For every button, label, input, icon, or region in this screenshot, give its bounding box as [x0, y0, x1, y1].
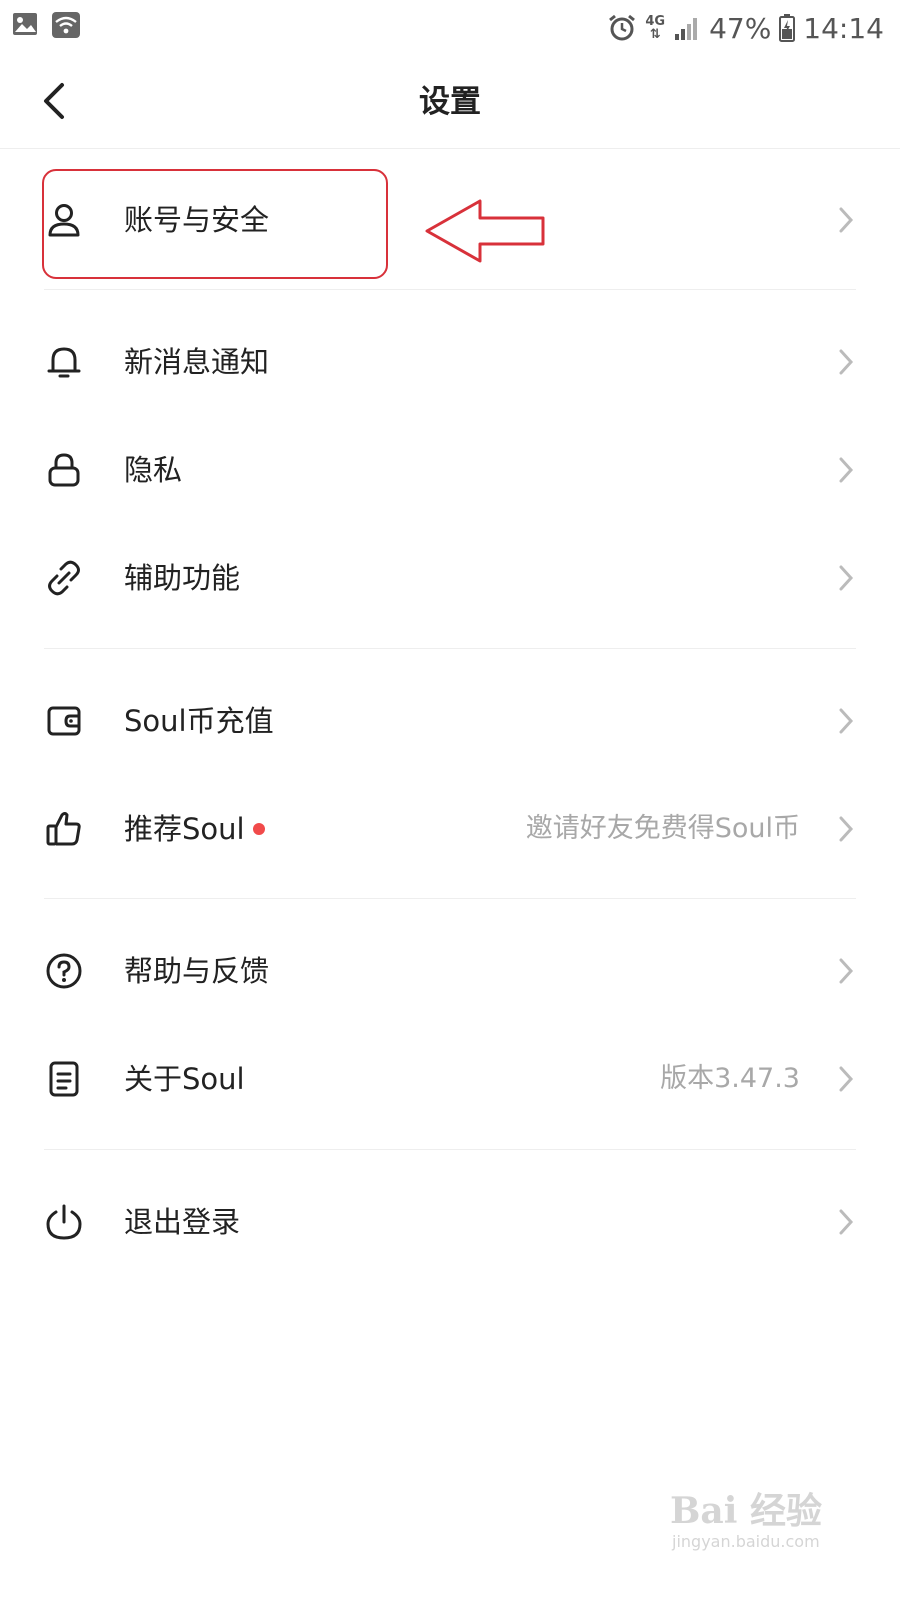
chevron-right-icon	[839, 816, 854, 842]
chevron-right-icon	[839, 457, 854, 483]
settings-item-help[interactable]: 帮助与反馈	[0, 917, 900, 1025]
chevron-right-icon	[839, 958, 854, 984]
settings-item-label: 帮助与反馈	[124, 954, 270, 988]
section-divider	[44, 898, 856, 899]
link-icon	[48, 560, 80, 596]
watermark-brand: Bai 经验	[670, 1490, 822, 1532]
settings-item-accessibility[interactable]: 辅助功能	[0, 524, 900, 632]
notification-dot	[252, 823, 265, 835]
wifi-icon	[52, 12, 80, 38]
annotation-arrow-icon	[425, 199, 545, 263]
settings-item-label: Soul币充值	[124, 704, 274, 738]
bell-icon	[47, 347, 81, 378]
settings-item-label-wrap: 推荐Soul	[124, 775, 265, 883]
settings-item-label: 新消息通知	[124, 345, 270, 379]
annotation-highlight-box	[42, 169, 388, 279]
settings-item-privacy[interactable]: 隐私	[0, 416, 900, 524]
settings-item-value: 版本3.47.3	[660, 1063, 800, 1094]
chevron-right-icon	[839, 708, 854, 734]
thumbs-up-icon	[46, 812, 81, 846]
settings-item-logout[interactable]: 退出登录	[0, 1168, 900, 1276]
alarm-icon	[609, 14, 636, 41]
clock: 14:14	[803, 11, 884, 45]
nav-bar: 设置	[0, 56, 900, 149]
status-bar: 4G ⇅ 47% 14:14	[0, 0, 900, 56]
power-icon	[46, 1204, 82, 1240]
status-left	[12, 12, 80, 38]
settings-item-value: 邀请好友免费得Soul币	[525, 813, 800, 844]
settings-item-about[interactable]: 关于Soul 版本3.47.3	[0, 1025, 900, 1133]
gallery-icon	[13, 13, 37, 35]
chevron-right-icon	[839, 1066, 854, 1092]
section-divider	[44, 1149, 856, 1150]
page-title: 设置	[419, 84, 481, 120]
settings-item-label: 辅助功能	[124, 561, 241, 595]
settings-item-label: 退出登录	[124, 1205, 241, 1239]
wallet-icon	[47, 706, 81, 736]
chevron-right-icon	[839, 207, 854, 233]
lock-icon	[48, 453, 80, 487]
settings-item-notifications[interactable]: 新消息通知	[0, 308, 900, 416]
status-right: 4G ⇅ 47% 14:14	[607, 6, 884, 50]
section-divider	[44, 648, 856, 649]
watermark-domain: jingyan.baidu.com	[672, 1532, 820, 1551]
settings-item-label: 推荐Soul	[124, 812, 245, 846]
chevron-right-icon	[839, 349, 854, 375]
battery-percent: 47%	[709, 11, 772, 45]
section-divider	[44, 289, 856, 290]
help-icon	[46, 953, 82, 989]
settings-item-recommend[interactable]: 推荐Soul 邀请好友免费得Soul币	[0, 775, 900, 883]
settings-item-recharge[interactable]: Soul币充值	[0, 667, 900, 775]
battery-icon	[779, 14, 796, 42]
signal-icon	[675, 18, 698, 40]
baidu-watermark: Bai 经验 jingyan.baidu.com	[670, 1476, 850, 1560]
chevron-right-icon	[839, 1209, 854, 1235]
settings-item-label: 隐私	[124, 453, 183, 487]
chevron-right-icon	[839, 565, 854, 591]
document-icon	[49, 1061, 79, 1097]
settings-item-label: 关于Soul	[124, 1062, 245, 1096]
network-type: 4G ⇅	[645, 14, 666, 42]
